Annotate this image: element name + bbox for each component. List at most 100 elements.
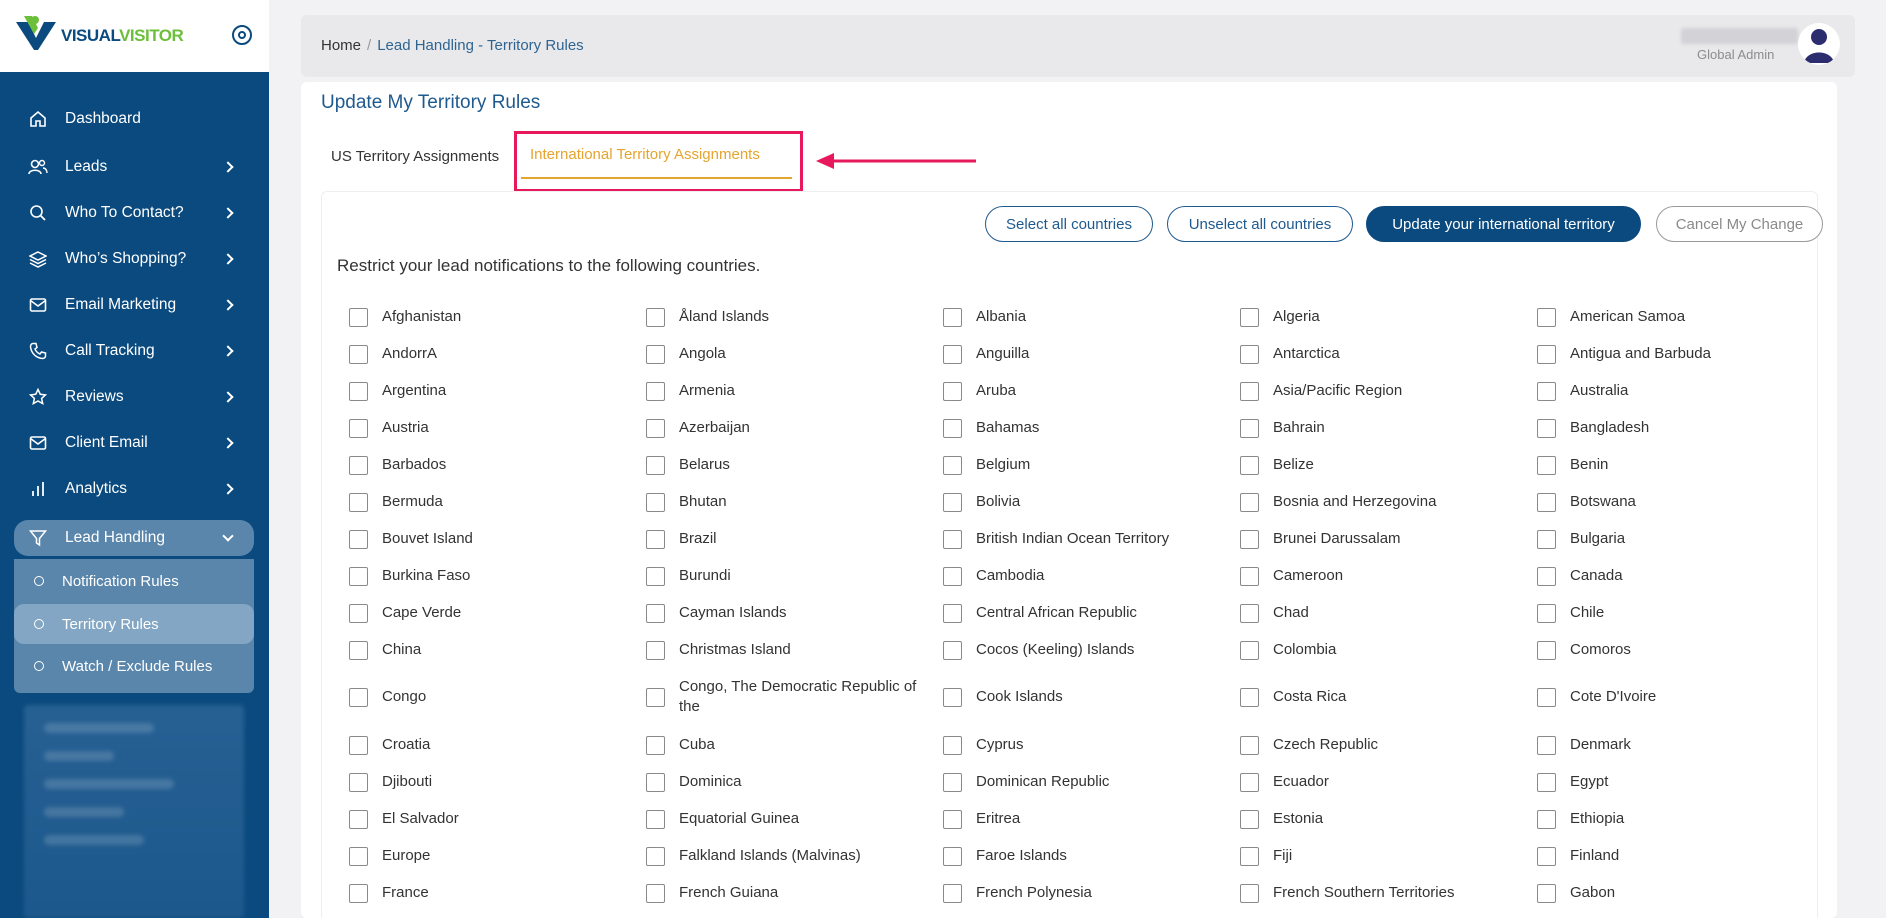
country-checkbox-item[interactable]: Albania bbox=[943, 307, 1233, 327]
checkbox[interactable] bbox=[1240, 846, 1259, 866]
country-checkbox-item[interactable]: Europe bbox=[349, 846, 639, 866]
checkbox[interactable] bbox=[646, 687, 665, 707]
sidebar-item-lead-handling[interactable]: Lead Handling bbox=[14, 520, 254, 556]
checkbox[interactable] bbox=[646, 492, 665, 512]
checkbox[interactable] bbox=[1537, 566, 1556, 586]
unselect-all-countries-button[interactable]: Unselect all countries bbox=[1167, 206, 1353, 242]
sidebar-item-who-s-shopping[interactable]: Who’s Shopping? bbox=[14, 241, 254, 277]
checkbox[interactable] bbox=[943, 455, 962, 475]
country-checkbox-item[interactable]: Austria bbox=[349, 418, 639, 438]
sidebar-item-dashboard[interactable]: Dashboard bbox=[14, 101, 254, 137]
checkbox[interactable] bbox=[349, 381, 368, 401]
checkbox[interactable] bbox=[943, 846, 962, 866]
checkbox[interactable] bbox=[1240, 772, 1259, 792]
country-checkbox-item[interactable]: Cyprus bbox=[943, 735, 1233, 755]
sidebar-item-leads[interactable]: Leads bbox=[14, 149, 254, 185]
checkbox[interactable] bbox=[646, 772, 665, 792]
country-checkbox-item[interactable]: Bouvet Island bbox=[349, 529, 639, 549]
country-checkbox-item[interactable]: Anguilla bbox=[943, 344, 1233, 364]
country-checkbox-item[interactable]: Aruba bbox=[943, 381, 1233, 401]
country-checkbox-item[interactable]: Comoros bbox=[1537, 640, 1827, 660]
checkbox[interactable] bbox=[349, 418, 368, 438]
logo[interactable]: VISUALVISITOR bbox=[14, 12, 184, 56]
country-checkbox-item[interactable]: Brunei Darussalam bbox=[1240, 529, 1530, 549]
checkbox[interactable] bbox=[1537, 307, 1556, 327]
country-checkbox-item[interactable]: Åland Islands bbox=[646, 307, 926, 327]
checkbox[interactable] bbox=[1537, 809, 1556, 829]
checkbox[interactable] bbox=[349, 883, 368, 903]
country-checkbox-item[interactable]: Angola bbox=[646, 344, 926, 364]
country-checkbox-item[interactable]: Argentina bbox=[349, 381, 639, 401]
checkbox[interactable] bbox=[646, 809, 665, 829]
country-checkbox-item[interactable]: Bahamas bbox=[943, 418, 1233, 438]
checkbox[interactable] bbox=[646, 735, 665, 755]
country-checkbox-item[interactable]: French Guiana bbox=[646, 883, 926, 903]
checkbox[interactable] bbox=[646, 603, 665, 623]
sidebar-item-email-marketing[interactable]: Email Marketing bbox=[14, 287, 254, 323]
checkbox[interactable] bbox=[349, 307, 368, 327]
checkbox[interactable] bbox=[349, 566, 368, 586]
checkbox[interactable] bbox=[646, 566, 665, 586]
checkbox[interactable] bbox=[1537, 529, 1556, 549]
country-checkbox-item[interactable]: Canada bbox=[1537, 566, 1827, 586]
checkbox[interactable] bbox=[349, 687, 368, 707]
checkbox[interactable] bbox=[1537, 418, 1556, 438]
checkbox[interactable] bbox=[349, 640, 368, 660]
country-checkbox-item[interactable]: Central African Republic bbox=[943, 603, 1233, 623]
country-checkbox-item[interactable]: Cape Verde bbox=[349, 603, 639, 623]
checkbox[interactable] bbox=[943, 640, 962, 660]
checkbox[interactable] bbox=[1537, 640, 1556, 660]
country-checkbox-item[interactable]: Ecuador bbox=[1240, 772, 1530, 792]
country-checkbox-item[interactable]: Finland bbox=[1537, 846, 1827, 866]
checkbox[interactable] bbox=[646, 381, 665, 401]
country-checkbox-item[interactable]: Belarus bbox=[646, 455, 926, 475]
country-checkbox-item[interactable]: Asia/Pacific Region bbox=[1240, 381, 1530, 401]
country-checkbox-item[interactable]: Cote D'Ivoire bbox=[1537, 687, 1827, 707]
checkbox[interactable] bbox=[349, 846, 368, 866]
country-checkbox-item[interactable]: Australia bbox=[1537, 381, 1827, 401]
checkbox[interactable] bbox=[943, 883, 962, 903]
checkbox[interactable] bbox=[1240, 640, 1259, 660]
checkbox[interactable] bbox=[943, 344, 962, 364]
country-checkbox-item[interactable]: Ethiopia bbox=[1537, 809, 1827, 829]
checkbox[interactable] bbox=[646, 344, 665, 364]
checkbox[interactable] bbox=[646, 846, 665, 866]
sidebar-subitem-watch-exclude-rules[interactable]: Watch / Exclude Rules bbox=[14, 646, 254, 686]
checkbox[interactable] bbox=[943, 687, 962, 707]
checkbox[interactable] bbox=[1240, 735, 1259, 755]
country-checkbox-item[interactable]: Gabon bbox=[1537, 883, 1827, 903]
country-checkbox-item[interactable]: Czech Republic bbox=[1240, 735, 1530, 755]
country-checkbox-item[interactable]: Dominican Republic bbox=[943, 772, 1233, 792]
country-checkbox-item[interactable]: Croatia bbox=[349, 735, 639, 755]
sidebar-item-call-tracking[interactable]: Call Tracking bbox=[14, 333, 254, 369]
sidebar-item-reviews[interactable]: Reviews bbox=[14, 379, 254, 415]
country-checkbox-item[interactable]: Brazil bbox=[646, 529, 926, 549]
country-checkbox-item[interactable]: Falkland Islands (Malvinas) bbox=[646, 846, 926, 866]
checkbox[interactable] bbox=[943, 735, 962, 755]
country-checkbox-item[interactable]: Equatorial Guinea bbox=[646, 809, 926, 829]
checkbox[interactable] bbox=[646, 883, 665, 903]
checkbox[interactable] bbox=[1240, 344, 1259, 364]
checkbox[interactable] bbox=[349, 603, 368, 623]
country-checkbox-item[interactable]: Estonia bbox=[1240, 809, 1530, 829]
country-checkbox-item[interactable]: Djibouti bbox=[349, 772, 639, 792]
checkbox[interactable] bbox=[1537, 381, 1556, 401]
country-checkbox-item[interactable]: Costa Rica bbox=[1240, 687, 1530, 707]
select-all-countries-button[interactable]: Select all countries bbox=[985, 206, 1153, 242]
checkbox[interactable] bbox=[646, 529, 665, 549]
checkbox[interactable] bbox=[1537, 846, 1556, 866]
checkbox[interactable] bbox=[1240, 529, 1259, 549]
country-checkbox-item[interactable]: El Salvador bbox=[349, 809, 639, 829]
country-checkbox-item[interactable]: Faroe Islands bbox=[943, 846, 1233, 866]
country-checkbox-item[interactable]: Burundi bbox=[646, 566, 926, 586]
country-checkbox-item[interactable]: Congo, The Democratic Republic of the bbox=[646, 677, 926, 717]
checkbox[interactable] bbox=[1537, 735, 1556, 755]
country-checkbox-item[interactable]: Afghanistan bbox=[349, 307, 639, 327]
country-checkbox-item[interactable]: France bbox=[349, 883, 639, 903]
country-checkbox-item[interactable]: Congo bbox=[349, 687, 639, 707]
checkbox[interactable] bbox=[1240, 883, 1259, 903]
country-checkbox-item[interactable]: Bhutan bbox=[646, 492, 926, 512]
checkbox[interactable] bbox=[1537, 455, 1556, 475]
checkbox[interactable] bbox=[349, 735, 368, 755]
breadcrumb-current[interactable]: Lead Handling - Territory Rules bbox=[377, 37, 584, 54]
